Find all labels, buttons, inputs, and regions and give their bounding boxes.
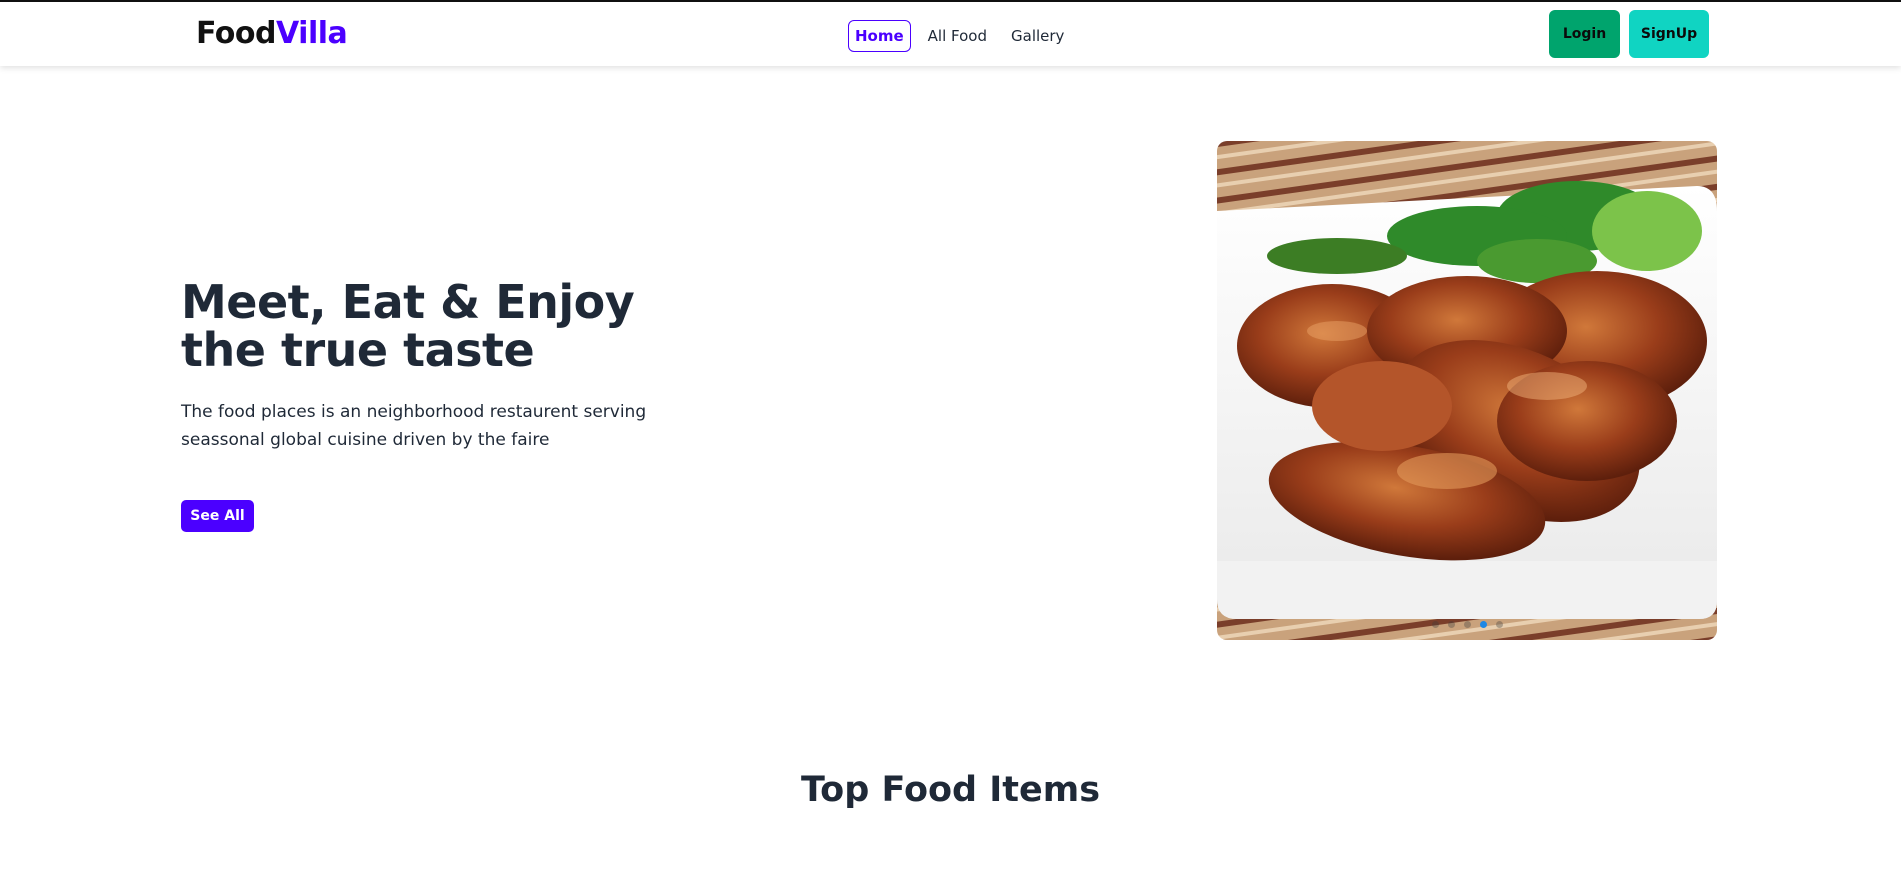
see-all-button[interactable]: See All — [181, 500, 254, 532]
nav-link-gallery[interactable]: Gallery — [1004, 20, 1071, 52]
logo[interactable]: FoodVilla — [196, 16, 348, 51]
login-button[interactable]: Login — [1549, 10, 1620, 58]
hero-title-line-2: the true taste — [181, 323, 535, 377]
chicken-wings-image — [1217, 141, 1717, 640]
carousel-dot-1[interactable] — [1431, 621, 1439, 628]
food-carousel[interactable] — [1217, 141, 1717, 640]
hero-title: Meet, Eat & Enjoy the true taste — [181, 278, 641, 374]
navbar: FoodVilla Home All Food Gallery Login Si… — [0, 2, 1901, 66]
nav-link-home[interactable]: Home — [848, 20, 911, 52]
nav-link-all-food[interactable]: All Food — [921, 20, 994, 52]
carousel-dot-4[interactable] — [1479, 621, 1487, 628]
hero-description-line-1: The food places is an neighborhood resta… — [181, 402, 647, 422]
logo-part-villa: Villa — [275, 16, 348, 51]
carousel-indicators — [1217, 621, 1717, 628]
carousel-dot-5[interactable] — [1495, 621, 1503, 628]
hero-description: The food places is an neighborhood resta… — [181, 398, 661, 454]
carousel-dot-2[interactable] — [1447, 621, 1455, 628]
logo-part-food: Food — [196, 16, 276, 51]
carousel-dot-3[interactable] — [1463, 621, 1471, 628]
hero-title-line-1: Meet, Eat & Enjoy — [181, 275, 635, 329]
hero-description-line-2: seassonal global cuisine driven by the f… — [181, 430, 550, 450]
nav-links: Home All Food Gallery — [848, 20, 1071, 52]
section-title: Top Food Items — [800, 770, 1101, 810]
signup-button[interactable]: SignUp — [1629, 10, 1709, 58]
